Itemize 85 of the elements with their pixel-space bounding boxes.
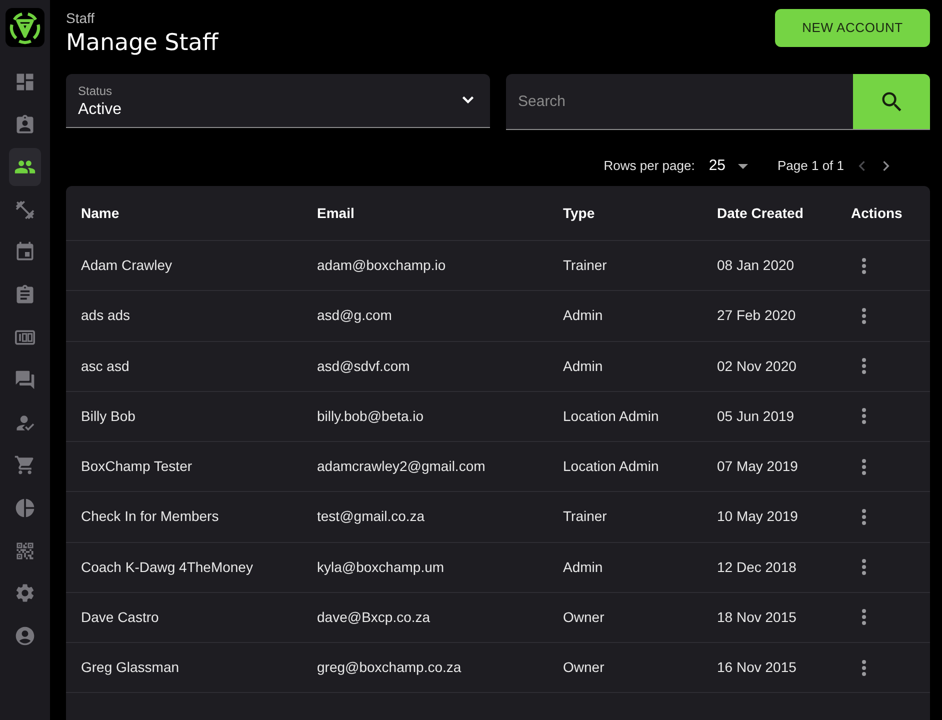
rows-per-page-label: Rows per page:: [604, 157, 695, 176]
table-cell-text: 08 Jan 2020: [717, 256, 794, 276]
table-cell-text: adamcrawley2@gmail.com: [317, 457, 486, 476]
row-actions-button[interactable]: [860, 356, 868, 376]
column-header: Email: [317, 204, 354, 222]
rows-per-page-select[interactable]: 25: [708, 154, 748, 178]
table-cell-text: 07 May 2019: [717, 457, 798, 476]
kebab-icon: [862, 660, 866, 676]
column-header: Date Created: [717, 204, 804, 222]
dumbbell-icon: [14, 198, 36, 221]
table-cell-text: Admin: [563, 558, 603, 577]
table-cell-text: Billy Bob: [81, 406, 136, 426]
table-cell-text: 05 Jun 2019: [717, 406, 794, 426]
row-actions-button[interactable]: [860, 506, 868, 527]
table-cell-text: 18 Nov 2015: [717, 608, 796, 627]
table-cell-text: Coach K-Dawg 4TheMoney: [81, 558, 253, 577]
kebab-icon: [862, 559, 866, 576]
table-cell-text: asd@g.com: [317, 306, 392, 326]
row-actions-button[interactable]: [860, 306, 868, 326]
table-cell-text: Admin: [563, 356, 603, 376]
table-cell-text: dave@Bxcp.co.za: [317, 608, 430, 627]
kebab-icon: [862, 258, 866, 274]
table-cell-text: test@gmail.co.za: [317, 507, 425, 526]
new-account-button[interactable]: NEW ACCOUNT: [775, 9, 930, 47]
kebab-icon: [862, 408, 866, 424]
table-cell-text: asc asd: [81, 356, 130, 376]
row-actions-button[interactable]: [860, 456, 868, 477]
kebab-icon: [862, 458, 866, 475]
table-cell-text: BoxChamp Tester: [81, 457, 192, 476]
row-actions-button[interactable]: [860, 658, 868, 678]
search-field[interactable]: Search: [506, 74, 853, 130]
table-cell-text: adam@boxchamp.io: [317, 256, 446, 276]
settings-icon: [14, 582, 36, 604]
kebab-icon: [862, 508, 866, 525]
counter-icon: [15, 330, 35, 346]
table-cell-text: Check In for Members: [81, 507, 219, 526]
breadcrumb: Staff: [66, 10, 96, 27]
kebab-icon: [862, 358, 866, 374]
column-header: Actions: [851, 204, 902, 222]
search-button[interactable]: [853, 74, 930, 130]
table-cell-text: Admin: [563, 306, 603, 326]
table-cell-text: 02 Nov 2020: [717, 356, 796, 376]
table-cell-text: greg@boxchamp.co.za: [317, 658, 462, 678]
status-select[interactable]: Status Active: [66, 74, 490, 128]
table-cell-text: 10 May 2019: [717, 507, 798, 526]
column-header: Type: [563, 204, 595, 223]
chevron-down-icon: [462, 96, 474, 104]
table-cell-text: Greg Glassman: [81, 658, 180, 678]
caret-icon: [738, 164, 748, 168]
table-cell-text: Owner: [563, 608, 604, 627]
table-cell-text: Location Admin: [563, 457, 659, 476]
page-info: Page 1 of 1: [778, 157, 844, 176]
column-header: Name: [81, 204, 120, 222]
table-cell-text: Adam Crawley: [81, 256, 172, 276]
id-badge-icon: [14, 114, 36, 136]
logo-icon: [5, 8, 45, 47]
status-value: Active: [78, 100, 122, 120]
calendar-icon: [14, 241, 36, 264]
status-label: Status: [78, 84, 114, 98]
chat-icon: [14, 369, 36, 392]
table-cell-text: Dave Castro: [81, 608, 159, 627]
table-cell-text: ads ads: [81, 306, 130, 326]
sidebar-item[interactable]: [9, 148, 41, 186]
row-actions-button[interactable]: [860, 256, 868, 276]
table-cell-text: kyla@boxchamp.um: [317, 558, 444, 577]
kebab-icon: [862, 308, 866, 324]
table-cell-text: 16 Nov 2015: [717, 658, 796, 678]
table-cell-text: 12 Dec 2018: [717, 558, 796, 577]
row-actions-button[interactable]: [860, 406, 868, 426]
row-actions-button[interactable]: [860, 557, 868, 578]
table-cell-text: billy.bob@beta.io: [317, 406, 424, 426]
table-cell-text: 27 Feb 2020: [717, 306, 796, 326]
kebab-icon: [862, 609, 866, 626]
row-actions-button[interactable]: [860, 607, 868, 628]
dashboard-icon: [14, 71, 36, 93]
table-cell-text: Trainer: [563, 507, 607, 526]
account-icon: [14, 624, 36, 647]
pie-chart-icon: [14, 496, 36, 519]
cart-icon: [14, 454, 36, 476]
table-cell-text: asd@sdvf.com: [317, 356, 410, 376]
table-cell-text: Owner: [563, 658, 604, 678]
table-cell-text: Trainer: [563, 256, 607, 276]
page-title: Manage Staff: [66, 29, 218, 58]
clipboard-icon: [14, 284, 36, 306]
table-cell-text: Location Admin: [563, 406, 659, 426]
